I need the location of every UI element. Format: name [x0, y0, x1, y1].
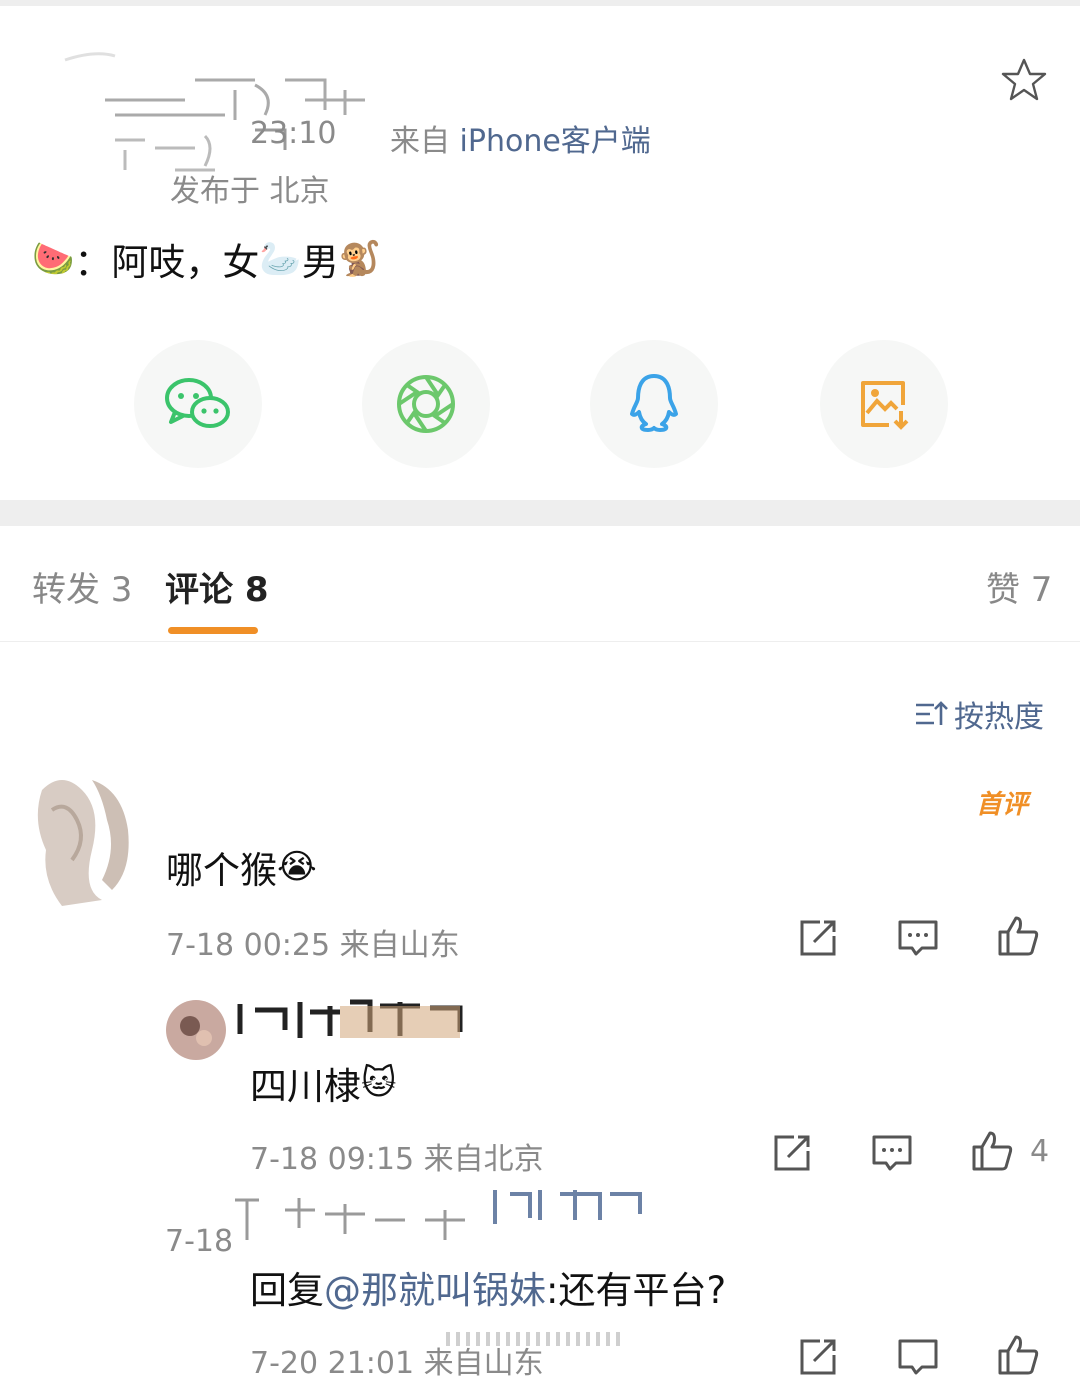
first-comment-badge: 首评	[976, 790, 1029, 820]
post-text-2: 男	[301, 241, 339, 284]
wechat-icon	[165, 378, 230, 428]
reply2-comment-icon[interactable]	[896, 1335, 940, 1379]
replier-avatar-and-name[interactable]	[160, 992, 472, 1062]
reply-meta: 7-18 09:15 来自北京	[250, 1142, 544, 1177]
tab-like[interactable]: 赞 7	[986, 562, 1052, 611]
reply2-share-icon[interactable]	[796, 1335, 840, 1379]
save-image-icon	[861, 381, 909, 430]
reply-comment-icon[interactable]	[870, 1131, 914, 1175]
like-icon[interactable]	[996, 914, 1040, 958]
overlapped-date: 7-18	[165, 1224, 234, 1259]
comment-body: 哪个猴	[166, 849, 277, 892]
share-moments-button[interactable]	[362, 340, 490, 468]
tab-repost[interactable]: 转发 3	[32, 562, 132, 611]
reply2-like-icon[interactable]	[996, 1333, 1040, 1377]
reply-share-icon[interactable]	[770, 1131, 814, 1175]
sort-button[interactable]: 按热度	[914, 692, 1044, 736]
section-separator	[0, 500, 1080, 526]
watermark	[438, 1326, 638, 1348]
crying-emoji: 😭	[277, 847, 317, 887]
favorite-star-icon[interactable]	[1000, 56, 1048, 104]
post-time: 23:10	[250, 116, 337, 151]
reply-like-count: 4	[1030, 1134, 1050, 1169]
watermelon-emoji: 🍉	[32, 239, 75, 279]
tab-comment[interactable]: 评论 8	[165, 562, 269, 611]
share-qq-button[interactable]	[590, 340, 718, 468]
reply-prefix: 回复	[250, 1269, 324, 1312]
source-prefix: 来自	[390, 124, 450, 159]
swan-emoji: 🦢	[259, 239, 302, 279]
reply2-text: 回复@那就叫锅妹:还有平台?	[250, 1260, 726, 1314]
post-source: 来自 iPhone客户端	[390, 116, 651, 160]
commenter-avatar[interactable]	[32, 770, 136, 906]
post-text-1: ：阿吱，女	[74, 241, 260, 284]
share-wechat-button[interactable]	[134, 340, 262, 468]
reply-like-icon[interactable]	[970, 1129, 1014, 1173]
sort-label: 按热度	[954, 700, 1044, 735]
top-divider	[0, 0, 1080, 6]
comment-icon[interactable]	[896, 916, 940, 960]
tab-divider	[0, 641, 1080, 642]
sort-icon	[916, 701, 948, 725]
overlapping-text-artifact	[235, 1190, 642, 1240]
reply-text: 四川棣 🐱	[250, 1056, 396, 1110]
comment-meta: 7-18 00:25 来自山东	[166, 928, 460, 963]
share-icon[interactable]	[796, 916, 840, 960]
qq-icon	[630, 374, 678, 432]
mention-link[interactable]: @那就叫锅妹	[324, 1269, 546, 1312]
comment-text: 哪个猴 😭	[166, 840, 317, 894]
cat-emoji: 🐱	[361, 1063, 397, 1103]
active-tab-indicator	[168, 627, 258, 634]
post-content: 🍉 ：阿吱，女 🦢 男 🐒	[32, 232, 381, 286]
monkey-emoji: 🐒	[338, 239, 382, 279]
reply2-body: :还有平台?	[546, 1269, 727, 1312]
save-image-button[interactable]	[820, 340, 948, 468]
source-client[interactable]: iPhone客户端	[460, 124, 651, 159]
post-location: 发布于 北京	[170, 174, 330, 209]
reply-body: 四川棣	[250, 1065, 361, 1108]
moments-icon	[397, 375, 455, 433]
